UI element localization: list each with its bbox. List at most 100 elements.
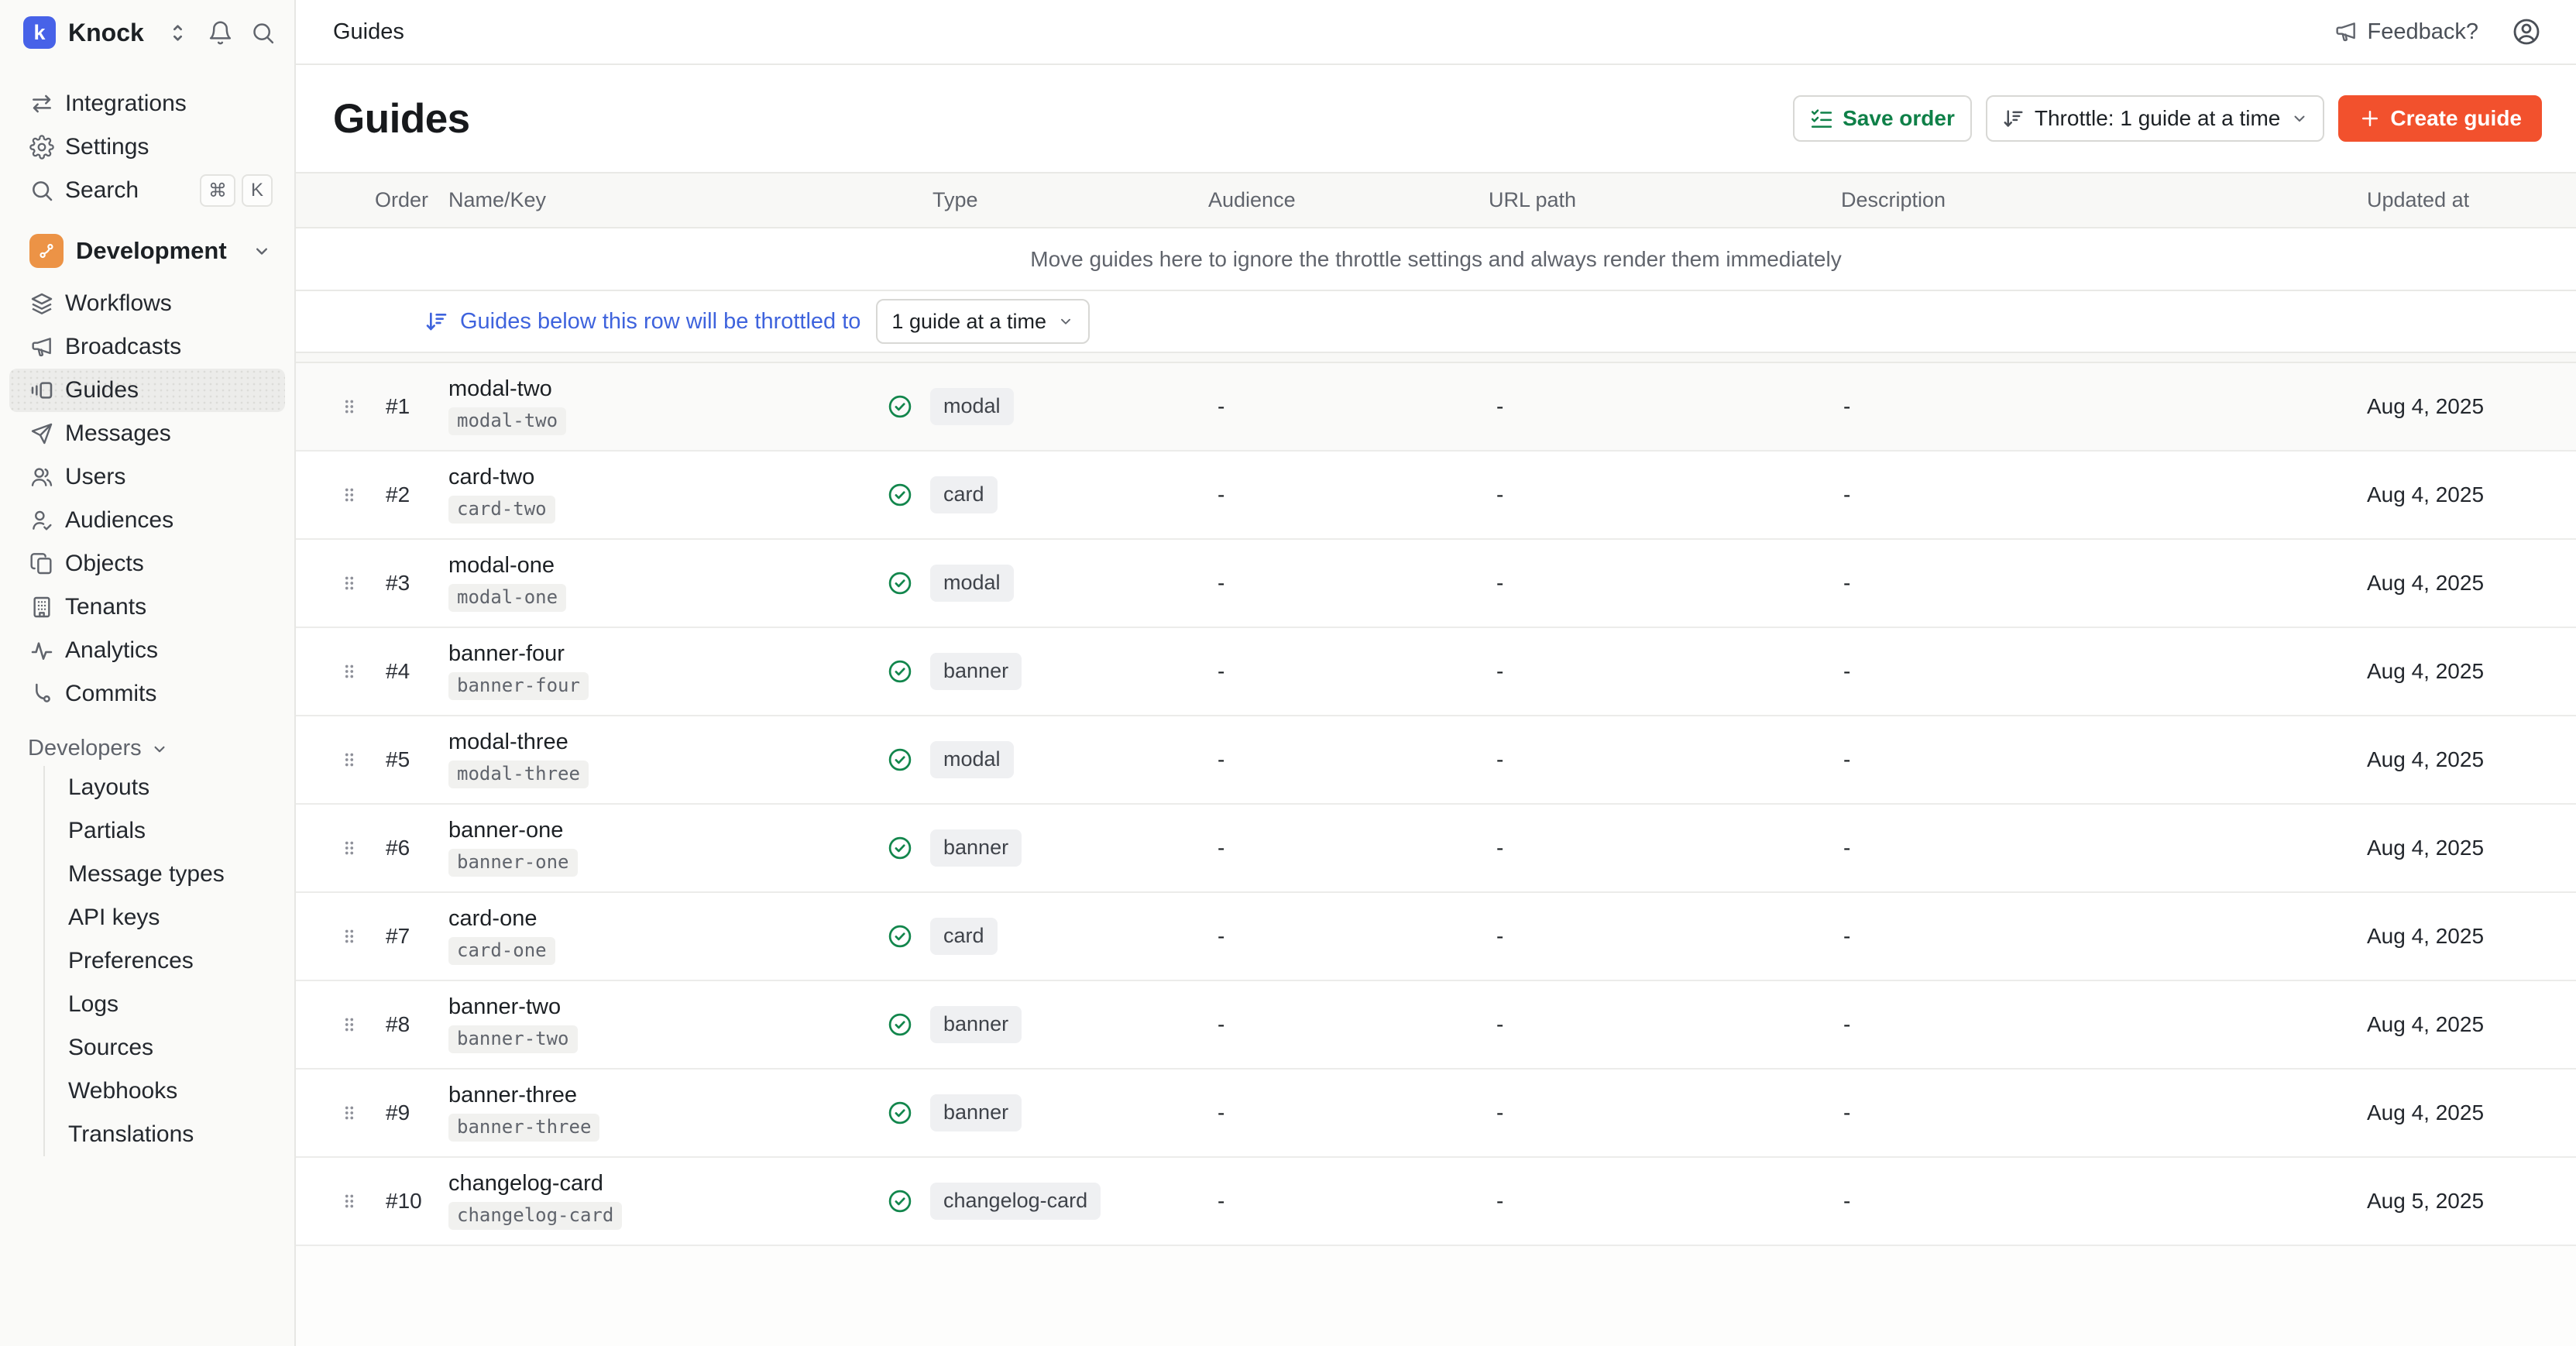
guide-url-path: - xyxy=(1465,571,1814,596)
guide-updated-at: Aug 4, 2025 xyxy=(2348,482,2576,507)
save-order-button[interactable]: Save order xyxy=(1793,95,1972,142)
drag-handle-icon[interactable] xyxy=(333,750,372,770)
sidebar-item-partials[interactable]: Partials xyxy=(46,809,294,853)
guide-row[interactable]: #2 card-two card-two card - - - Aug 4, 2… xyxy=(296,452,2576,540)
guide-row[interactable]: #5 modal-three modal-three modal - - - A… xyxy=(296,716,2576,805)
drag-handle-icon[interactable] xyxy=(333,838,372,858)
sidebar-item-audiences[interactable]: Audiences xyxy=(9,499,285,542)
guide-audience: - xyxy=(1194,659,1465,684)
drag-handle-icon[interactable] xyxy=(333,1015,372,1035)
environment-switcher[interactable]: Development xyxy=(9,226,285,276)
create-guide-button[interactable]: Create guide xyxy=(2338,95,2542,142)
building-icon xyxy=(29,595,54,620)
checklist-icon xyxy=(1810,107,1833,130)
guide-key-badge: changelog-card xyxy=(448,1202,622,1230)
brand-name: Knock xyxy=(68,19,144,47)
guide-updated-at: Aug 4, 2025 xyxy=(2348,747,2576,772)
guide-updated-at: Aug 4, 2025 xyxy=(2348,1100,2576,1125)
sidebar-item-webhooks[interactable]: Webhooks xyxy=(46,1070,294,1113)
guide-key-badge: banner-two xyxy=(448,1025,578,1053)
sidebar-item-label: Broadcasts xyxy=(65,334,181,360)
users-icon xyxy=(29,465,54,489)
drag-handle-icon[interactable] xyxy=(333,485,372,505)
guide-order: #1 xyxy=(372,394,434,419)
guide-name[interactable]: card-two xyxy=(448,466,877,489)
guide-name[interactable]: banner-one xyxy=(448,819,877,842)
guide-type-badge: modal xyxy=(930,565,1014,602)
guide-row[interactable]: #3 modal-one modal-one modal - - - Aug 4… xyxy=(296,540,2576,628)
unthrottled-drop-zone[interactable]: Move guides here to ignore the throttle … xyxy=(296,228,2576,291)
guide-description: - xyxy=(1814,836,2348,860)
sidebar-item-tenants[interactable]: Tenants xyxy=(9,585,285,629)
sidebar-item-commits[interactable]: Commits xyxy=(9,672,285,716)
sidebar-item-messages[interactable]: Messages xyxy=(9,412,285,455)
throttle-divider-row: Guides below this row will be throttled … xyxy=(296,291,2576,353)
sidebar-item-sources[interactable]: Sources xyxy=(46,1026,294,1070)
guide-row[interactable]: #7 card-one card-one card - - - Aug 4, 2… xyxy=(296,893,2576,981)
sidebar-item-settings[interactable]: Settings xyxy=(9,125,285,169)
chevron-down-icon xyxy=(149,739,170,759)
sidebar-item-preferences[interactable]: Preferences xyxy=(46,939,294,983)
guide-name[interactable]: modal-three xyxy=(448,731,877,754)
drag-handle-icon[interactable] xyxy=(333,661,372,682)
guide-type-badge: banner xyxy=(930,1006,1022,1043)
guide-description: - xyxy=(1814,571,2348,596)
guide-row[interactable]: #6 banner-one banner-one banner - - - Au… xyxy=(296,805,2576,893)
guide-name[interactable]: changelog-card xyxy=(448,1173,877,1195)
sidebar-item-guides[interactable]: Guides xyxy=(9,369,285,412)
drag-handle-icon[interactable] xyxy=(333,573,372,593)
guide-row[interactable]: #10 changelog-card changelog-card change… xyxy=(296,1158,2576,1246)
guide-row[interactable]: #8 banner-two banner-two banner - - - Au… xyxy=(296,981,2576,1070)
user-check-icon xyxy=(29,508,54,533)
guide-row[interactable]: #1 modal-two modal-two modal - - - Aug 4… xyxy=(296,363,2576,452)
guide-key-badge: banner-four xyxy=(448,672,589,700)
guide-url-path: - xyxy=(1465,747,1814,772)
sidebar-item-users[interactable]: Users xyxy=(9,455,285,499)
guide-row[interactable]: #9 banner-three banner-three banner - - … xyxy=(296,1070,2576,1158)
guide-row[interactable]: #4 banner-four banner-four banner - - - … xyxy=(296,628,2576,716)
account-menu-button[interactable] xyxy=(2511,16,2542,47)
guide-updated-at: Aug 4, 2025 xyxy=(2348,924,2576,949)
search-icon[interactable] xyxy=(250,20,276,46)
sidebar-item-logs[interactable]: Logs xyxy=(46,983,294,1026)
guide-name[interactable]: card-one xyxy=(448,908,877,930)
sidebar-item-message-types[interactable]: Message types xyxy=(46,853,294,896)
sidebar-item-translations[interactable]: Translations xyxy=(46,1113,294,1156)
guide-name[interactable]: banner-four xyxy=(448,643,877,665)
guide-order: #6 xyxy=(372,836,434,860)
workspace-switcher-icon[interactable] xyxy=(165,20,191,46)
guide-name[interactable]: banner-two xyxy=(448,996,877,1018)
feedback-button[interactable]: Feedback? xyxy=(2334,19,2479,45)
drag-handle-icon[interactable] xyxy=(333,397,372,417)
guide-type-badge: banner xyxy=(930,829,1022,867)
drag-handle-icon[interactable] xyxy=(333,926,372,946)
sidebar: k Knock Integrations Settings Search ⌘ K… xyxy=(0,0,296,1346)
guide-name[interactable]: modal-one xyxy=(448,555,877,577)
guide-updated-at: Aug 4, 2025 xyxy=(2348,394,2576,419)
guide-name[interactable]: modal-two xyxy=(448,378,877,400)
sidebar-item-label: Guides xyxy=(65,377,139,403)
sidebar-item-broadcasts[interactable]: Broadcasts xyxy=(9,325,285,369)
guide-audience: - xyxy=(1194,747,1465,772)
bell-icon[interactable] xyxy=(208,20,233,46)
guide-type-badge: modal xyxy=(930,388,1014,425)
sidebar-item-analytics[interactable]: Analytics xyxy=(9,629,285,672)
megaphone-icon xyxy=(29,335,54,359)
guide-order: #4 xyxy=(372,659,434,684)
sidebar-item-workflows[interactable]: Workflows xyxy=(9,282,285,325)
sidebar-item-integrations[interactable]: Integrations xyxy=(9,82,285,125)
drag-handle-icon[interactable] xyxy=(333,1191,372,1211)
throttle-value-select[interactable]: 1 guide at a time xyxy=(876,299,1090,344)
throttle-dropdown-button[interactable]: Throttle: 1 guide at a time xyxy=(1986,95,2325,142)
drag-handle-icon[interactable] xyxy=(333,1103,372,1123)
guide-name[interactable]: banner-three xyxy=(448,1084,877,1107)
sidebar-item-api-keys[interactable]: API keys xyxy=(46,896,294,939)
sidebar-item-layouts[interactable]: Layouts xyxy=(46,766,294,809)
create-guide-label: Create guide xyxy=(2390,106,2522,131)
guide-audience: - xyxy=(1194,836,1465,860)
sidebar-item-search[interactable]: Search ⌘ K xyxy=(9,169,285,212)
feedback-label: Feedback? xyxy=(2368,19,2479,45)
developers-section-toggle[interactable]: Developers xyxy=(28,736,285,761)
sidebar-main-nav: Workflows Broadcasts Guides Messages Use… xyxy=(0,282,294,716)
sidebar-item-objects[interactable]: Objects xyxy=(9,542,285,585)
